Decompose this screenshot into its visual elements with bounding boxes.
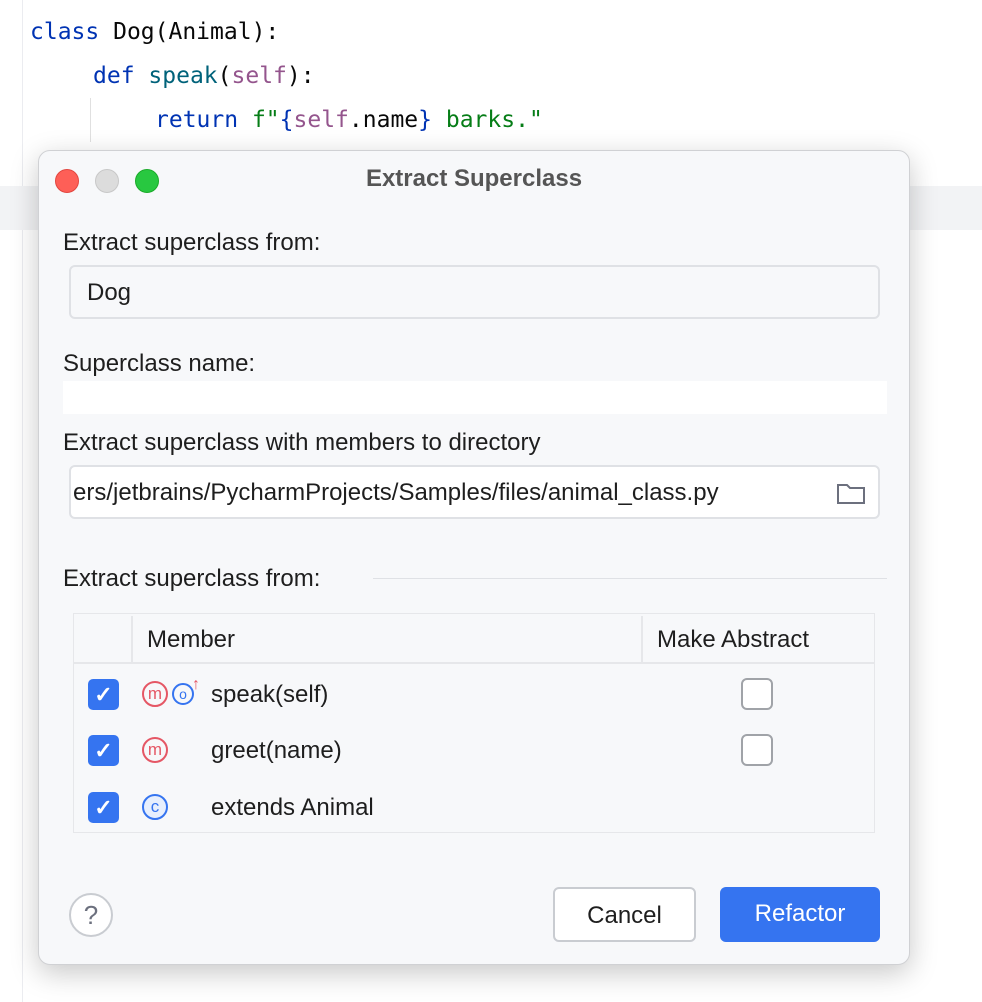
member-checkbox[interactable]: ✓ <box>88 792 119 823</box>
directory-path: ers/jetbrains/PycharmProjects/Samples/fi… <box>73 479 719 506</box>
make-abstract-checkbox[interactable] <box>741 734 773 766</box>
code-text: Dog(Animal): <box>99 19 279 45</box>
member-checkbox[interactable]: ✓ <box>88 679 119 710</box>
code-line-2[interactable]: def speak(self): <box>93 63 315 89</box>
superclass-name-input[interactable] <box>63 381 887 414</box>
make-abstract-checkbox[interactable] <box>741 678 773 710</box>
member-checkbox[interactable]: ✓ <box>88 735 119 766</box>
table-row[interactable]: ✓ c extends Animal <box>74 779 874 835</box>
string: barks." <box>432 107 543 133</box>
directory-input[interactable]: ers/jetbrains/PycharmProjects/Samples/fi… <box>69 465 880 519</box>
cancel-button[interactable]: Cancel <box>553 887 696 942</box>
code-text: ( <box>218 63 232 89</box>
code-line-1[interactable]: class Dog(Animal): <box>30 19 279 45</box>
brace: { <box>280 107 294 133</box>
from-label: Extract superclass from: <box>63 229 320 257</box>
editor-gutter <box>22 0 23 1002</box>
code-text: ): <box>287 63 315 89</box>
code-line-3[interactable]: return f"{self.name} barks." <box>155 107 543 133</box>
refactor-button[interactable]: Refactor <box>720 887 880 942</box>
members-section-label: Extract superclass from: <box>63 565 320 593</box>
keyword: def <box>93 63 135 89</box>
overrides-icon: o <box>172 683 194 705</box>
column-member[interactable]: Member <box>147 626 235 654</box>
self-ref: self <box>294 107 349 133</box>
table-header: Member Make Abstract <box>74 614 874 664</box>
column-divider <box>131 616 133 662</box>
table-row[interactable]: ✓ m o ↑ speak(self) <box>74 666 874 722</box>
string: f" <box>252 107 280 133</box>
from-field: Dog <box>69 265 880 319</box>
folder-icon[interactable] <box>836 481 866 505</box>
class-icon: c <box>142 794 168 820</box>
method-icon: m <box>142 681 168 707</box>
members-table: Member Make Abstract ✓ m o ↑ speak(self)… <box>73 613 875 833</box>
help-button[interactable]: ? <box>69 893 113 937</box>
table-row[interactable]: ✓ m greet(name) <box>74 722 874 778</box>
self-param: self <box>232 63 287 89</box>
superclass-name-label: Superclass name: <box>63 350 255 378</box>
directory-label: Extract superclass with members to direc… <box>63 429 540 457</box>
column-make-abstract[interactable]: Make Abstract <box>657 626 809 654</box>
section-divider <box>373 578 887 579</box>
function-name: speak <box>148 63 217 89</box>
indent-guide <box>90 98 91 142</box>
brace: } <box>418 107 432 133</box>
arrow-up-icon: ↑ <box>192 676 200 694</box>
keyword: class <box>30 19 99 45</box>
member-name: speak(self) <box>211 681 328 709</box>
column-divider <box>641 616 643 662</box>
code-text: .name <box>349 107 418 133</box>
member-name: greet(name) <box>211 737 342 765</box>
member-name: extends Animal <box>211 794 374 822</box>
method-icon: m <box>142 737 168 763</box>
dialog-title: Extract Superclass <box>39 165 909 193</box>
extract-superclass-dialog: Extract Superclass Extract superclass fr… <box>38 150 910 965</box>
keyword: return <box>155 107 238 133</box>
